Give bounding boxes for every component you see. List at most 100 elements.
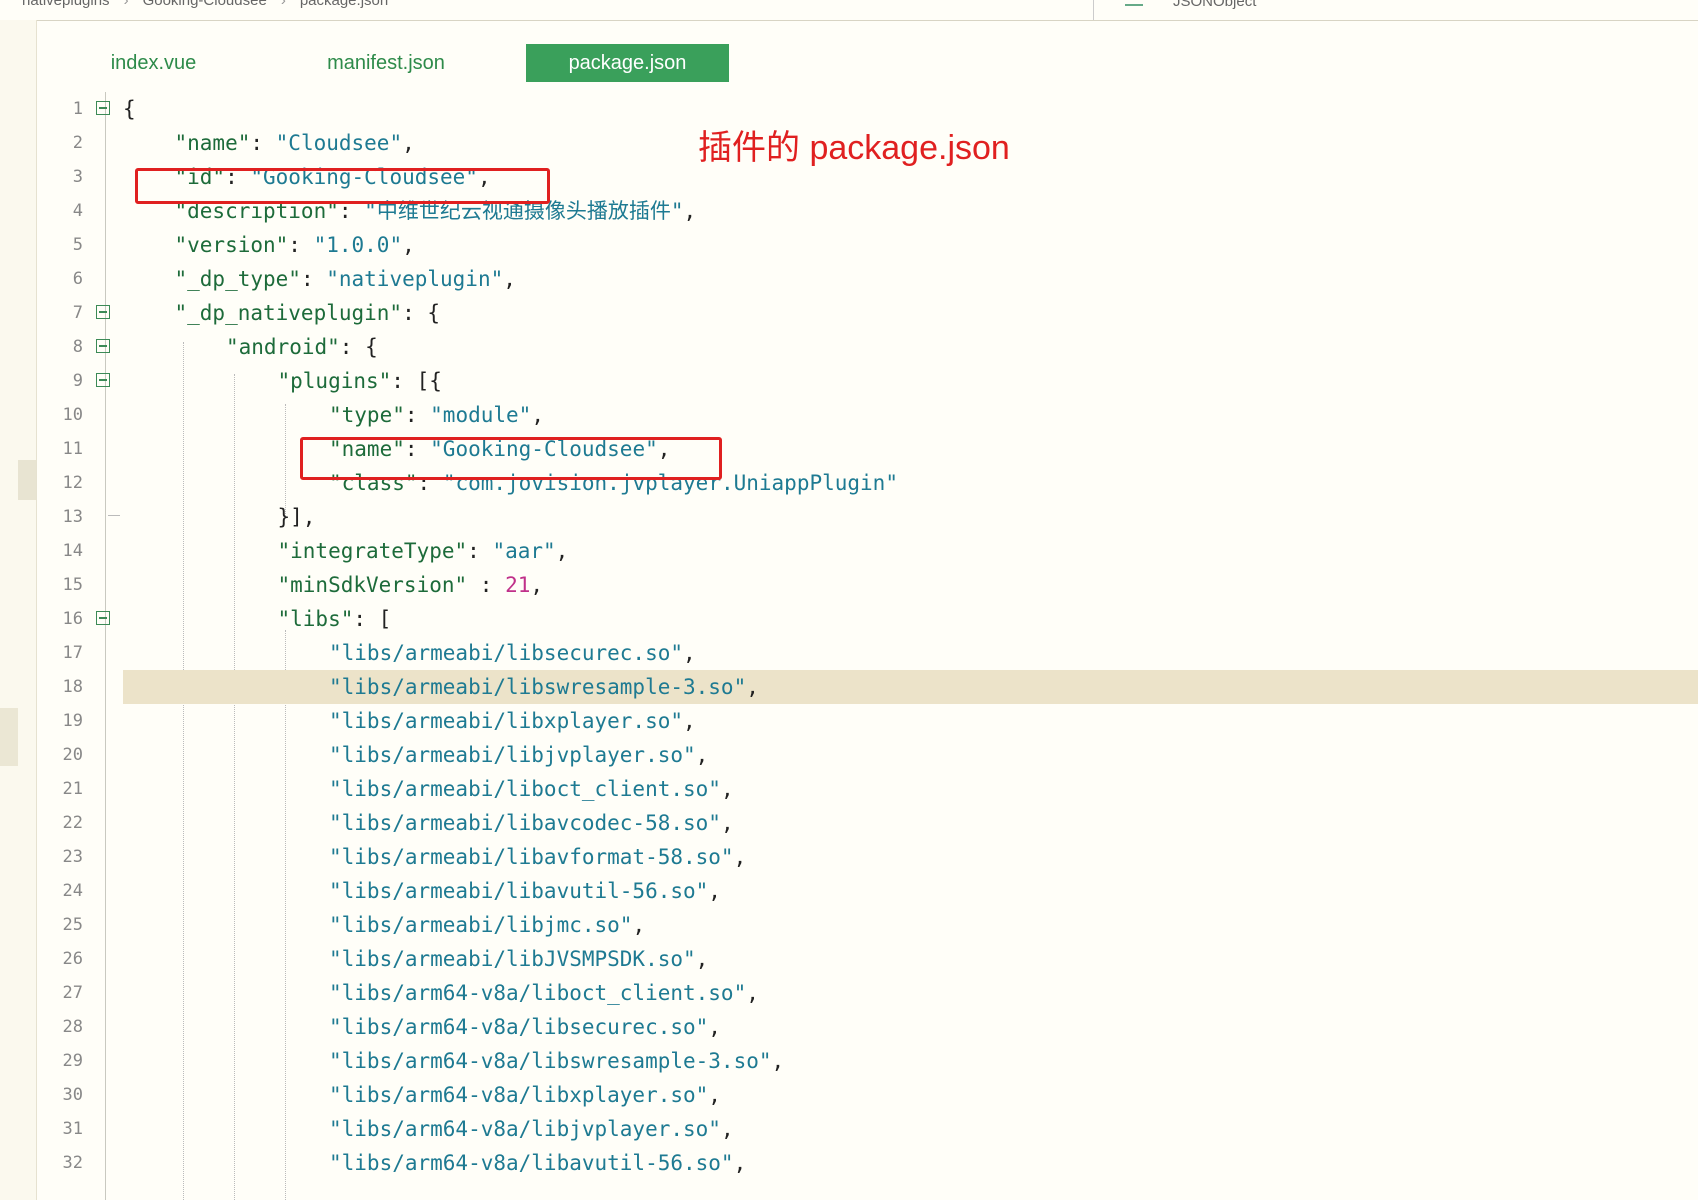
json-number: 21 xyxy=(505,573,531,597)
breadcrumb-bar: nativeplugins › Gooking-Cloudsee › package.j… xyxy=(0,0,1698,21)
line-number: 19 xyxy=(62,711,83,731)
editor-tabs: index.vue manifest.json package.json xyxy=(36,44,1698,84)
json-string: "libs/arm64-v8a/libavutil-56.so" xyxy=(329,1151,734,1175)
json-punctuation: { xyxy=(123,97,136,121)
code-text: "_dp_type": "nativeplugin", xyxy=(175,262,516,296)
code-text: "integrateType": "aar", xyxy=(278,534,569,568)
json-key: "name" xyxy=(174,131,251,155)
code-line[interactable]: 12 "class": "com.jovision.jvplayer.Uniapp… xyxy=(36,466,1698,500)
code-line[interactable]: 13}], xyxy=(36,500,1698,534)
json-punctuation: , xyxy=(555,539,569,563)
line-number: 10 xyxy=(62,405,83,425)
line-number: 4 xyxy=(72,201,83,221)
code-line[interactable]: 9 "plugins": [{ xyxy=(36,364,1698,398)
json-punctuation: , xyxy=(530,573,544,597)
outline-selector[interactable]: JSONObject xyxy=(1125,0,1256,10)
fold-collapse-icon[interactable] xyxy=(96,339,110,353)
fold-collapse-icon[interactable] xyxy=(96,305,110,319)
code-line[interactable]: 31 "libs/arm64-v8a/libjvplayer.so", xyxy=(36,1112,1698,1146)
fold-collapse-icon[interactable] xyxy=(96,611,110,625)
breadcrumb-item[interactable]: Gooking-Cloudsee xyxy=(143,0,267,9)
json-string: "libs/armeabi/libjmc.so" xyxy=(329,913,633,937)
code-line[interactable]: 26 "libs/armeabi/libJVSMPSDK.so", xyxy=(36,942,1698,976)
tab-index-vue[interactable]: index.vue xyxy=(56,44,251,82)
code-line[interactable]: 18 "libs/armeabi/libswresample-3.so", xyxy=(36,670,1698,704)
code-text: "libs/armeabi/libavutil-56.so", xyxy=(329,874,721,908)
line-number: 29 xyxy=(62,1051,83,1071)
code-text: "minSdkVersion" : 21, xyxy=(278,568,544,602)
json-string: "1.0.0" xyxy=(313,233,403,257)
code-line[interactable]: 32 "libs/arm64-v8a/libavutil-56.so", xyxy=(36,1146,1698,1180)
code-line[interactable]: 7 "_dp_nativeplugin": { xyxy=(36,296,1698,330)
json-punctuation: , xyxy=(402,233,415,257)
code-line[interactable]: 11 "name": "Gooking-Cloudsee", xyxy=(36,432,1698,466)
breadcrumb-item[interactable]: nativeplugins xyxy=(22,0,110,9)
line-number: 30 xyxy=(62,1085,83,1105)
line-number: 20 xyxy=(62,745,83,765)
json-punctuation: , xyxy=(708,1083,721,1107)
json-string: "libs/armeabi/libswresample-3.so" xyxy=(329,675,747,699)
code-line[interactable]: 19 "libs/armeabi/libxplayer.so", xyxy=(36,704,1698,738)
code-line[interactable]: 15 "minSdkVersion" : 21, xyxy=(36,568,1698,602)
code-text: "type": "module", xyxy=(329,398,544,432)
code-text: "libs/arm64-v8a/libswresample-3.so", xyxy=(329,1044,784,1078)
code-text: { xyxy=(123,92,136,126)
json-punctuation: , xyxy=(771,1049,785,1073)
code-line[interactable]: 10 "type": "module", xyxy=(36,398,1698,432)
fold-end-marker xyxy=(108,515,120,516)
code-line[interactable]: 23 "libs/armeabi/libavformat-58.so", xyxy=(36,840,1698,874)
code-line[interactable]: 5 "version": "1.0.0", xyxy=(36,228,1698,262)
tab-manifest-json[interactable]: manifest.json xyxy=(286,44,486,82)
code-line[interactable]: 22 "libs/armeabi/libavcodec-58.so", xyxy=(36,806,1698,840)
json-string: "libs/armeabi/liboct_client.so" xyxy=(329,777,721,801)
code-line[interactable]: 29 "libs/arm64-v8a/libswresample-3.so", xyxy=(36,1044,1698,1078)
json-punctuation: , xyxy=(695,947,709,971)
code-editor[interactable]: 1{2 "name": "Cloudsee", 3 "id": "Gooking-Cl… xyxy=(36,92,1698,1200)
activity-strip xyxy=(0,20,37,1200)
tab-package-json[interactable]: package.json xyxy=(526,44,729,82)
json-punctuation: , xyxy=(503,267,516,291)
code-line[interactable]: 21 "libs/armeabi/liboct_client.so", xyxy=(36,772,1698,806)
fold-collapse-icon[interactable] xyxy=(96,101,110,115)
code-line[interactable]: 24 "libs/armeabi/libavutil-56.so", xyxy=(36,874,1698,908)
breadcrumb-item[interactable]: package.json xyxy=(300,0,388,9)
json-string: "libs/arm64-v8a/libjvplayer.so" xyxy=(329,1117,721,1141)
json-string: "libs/arm64-v8a/libxplayer.so" xyxy=(329,1083,709,1107)
json-punctuation: , xyxy=(708,1015,721,1039)
json-punctuation: : xyxy=(288,233,314,257)
highlight-box-id xyxy=(135,168,550,204)
json-string: "libs/armeabi/libjvplayer.so" xyxy=(329,743,696,767)
highlight-box-plugin-name xyxy=(300,437,722,480)
json-string: "module" xyxy=(430,403,532,427)
divider xyxy=(1093,0,1094,20)
code-line[interactable]: 28 "libs/arm64-v8a/libsecurec.so", xyxy=(36,1010,1698,1044)
code-line[interactable]: 6 "_dp_type": "nativeplugin", xyxy=(36,262,1698,296)
json-string: "libs/armeabi/libavutil-56.so" xyxy=(329,879,709,903)
breadcrumb: nativeplugins › Gooking-Cloudsee › package.j… xyxy=(22,0,388,9)
code-line[interactable]: 30 "libs/arm64-v8a/libxplayer.so", xyxy=(36,1078,1698,1112)
json-punctuation: , xyxy=(531,403,544,427)
code-text: "libs": [ xyxy=(278,602,392,636)
json-key: "_dp_nativeplugin" xyxy=(174,301,403,325)
chevron-right-icon: › xyxy=(123,0,129,9)
code-line[interactable]: 14 "integrateType": "aar", xyxy=(36,534,1698,568)
line-number: 13 xyxy=(62,507,83,527)
json-punctuation: , xyxy=(720,811,734,835)
code-line[interactable]: 8 "android": { xyxy=(36,330,1698,364)
code-line[interactable]: 17 "libs/armeabi/libsecurec.so", xyxy=(36,636,1698,670)
fold-collapse-icon[interactable] xyxy=(96,373,110,387)
code-line[interactable]: 25 "libs/armeabi/libjmc.so", xyxy=(36,908,1698,942)
code-text: "_dp_nativeplugin": { xyxy=(175,296,441,330)
json-key: "minSdkVersion" xyxy=(277,573,468,597)
code-line[interactable]: 27 "libs/arm64-v8a/liboct_client.so", xyxy=(36,976,1698,1010)
json-key: "version" xyxy=(174,233,289,257)
line-number: 32 xyxy=(62,1153,83,1173)
strip-marker xyxy=(0,708,18,766)
line-number: 16 xyxy=(62,609,83,629)
code-line[interactable]: 16 "libs": [ xyxy=(36,602,1698,636)
json-key: "integrateType" xyxy=(277,539,468,563)
line-number: 17 xyxy=(62,643,83,663)
line-number: 1 xyxy=(72,99,83,119)
code-text: "libs/arm64-v8a/libxplayer.so", xyxy=(329,1078,721,1112)
code-line[interactable]: 20 "libs/armeabi/libjvplayer.so", xyxy=(36,738,1698,772)
